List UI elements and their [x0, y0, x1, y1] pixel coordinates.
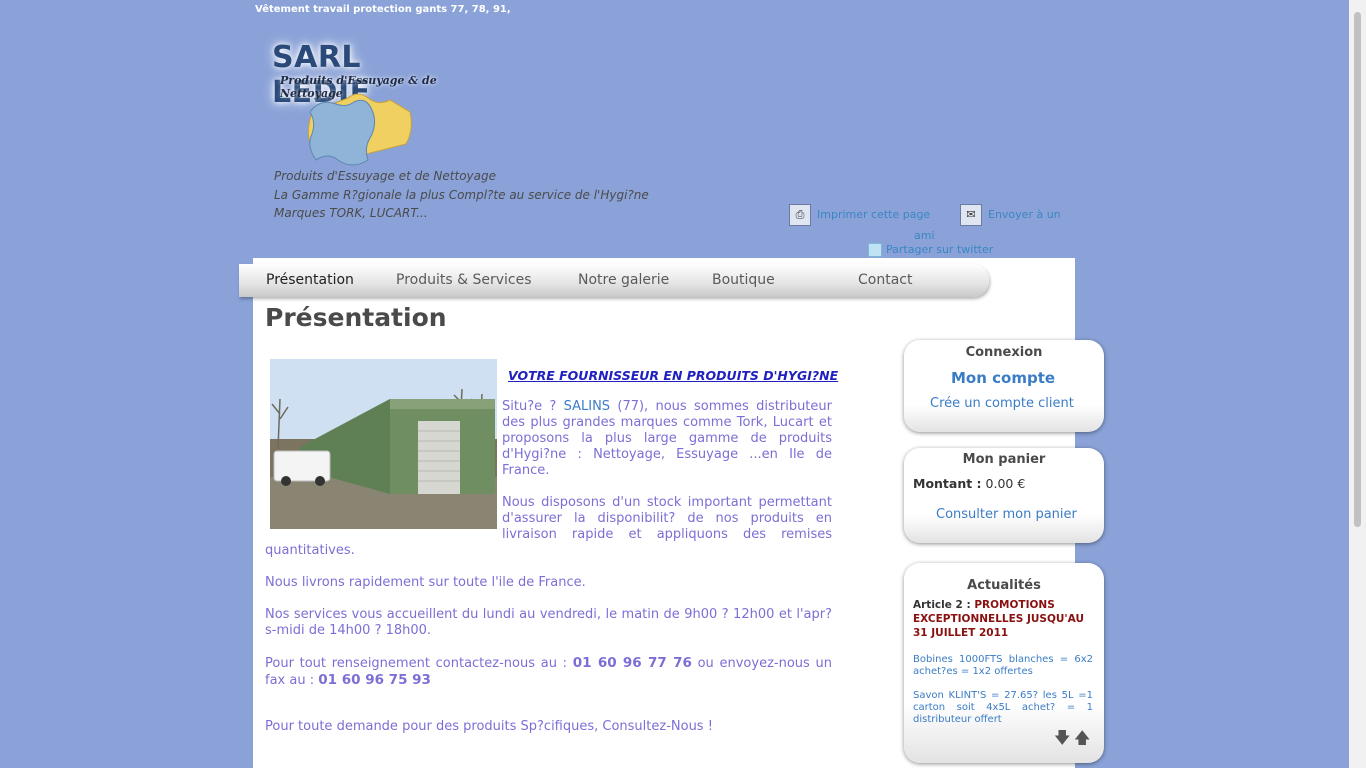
paragraph-stock: Nous disposons d'un stock important perm… — [502, 495, 832, 542]
site-logo[interactable]: SARL LEDIF Produits d'Essuyage & de Nett… — [268, 36, 468, 166]
nav-item-presentation[interactable]: Présentation — [266, 272, 354, 288]
scroll-down-icon[interactable]: 🡇 — [1054, 727, 1070, 754]
view-cart-link[interactable]: Consulter mon panier — [936, 507, 1077, 522]
share-twitter-link[interactable]: Partager sur twitter — [868, 243, 993, 257]
send-to-friend-label: Envoyer à un — [988, 208, 1061, 221]
news-box: Actualités Article 2 : PROMOTIONS EXCEPT… — [904, 563, 1104, 763]
paragraph-intro-text: Situ?e ? — [502, 399, 564, 414]
paragraph-delivery: Nous livrons rapidement sur toute l'ile … — [265, 575, 586, 590]
nav-item-gallery[interactable]: Notre galerie — [578, 272, 669, 288]
cart-amount-value: 0.00 € — [985, 476, 1026, 491]
news-article-label: Article 2 : — [913, 599, 971, 611]
cart-amount-label: Montant : — [913, 476, 982, 491]
paragraph-intro: Situ?e ? SALINS (77), nous sommes distri… — [502, 399, 832, 479]
main-navigation: Présentation Produits & Services Notre g… — [239, 264, 989, 297]
my-account-link[interactable]: Mon compte — [951, 369, 1055, 387]
salins-link[interactable]: SALINS — [564, 399, 610, 414]
cart-box: Mon panier Montant : 0.00 € Consulter mo… — [904, 448, 1104, 543]
news-article-heading: Article 2 : PROMOTIONS EXCEPTIONNELLES J… — [913, 598, 1095, 640]
mail-icon: ✉ — [960, 204, 982, 226]
paragraph-stock-end: quantitatives. — [265, 543, 355, 558]
sponge-icon — [307, 93, 412, 166]
slogan-line-2: La Gamme R?gionale la plus Compl?te au s… — [274, 188, 649, 202]
news-title: Actualités — [967, 578, 1041, 593]
send-to-friend-button[interactable]: ✉ Envoyer à un — [960, 204, 1061, 226]
login-title: Connexion — [965, 345, 1043, 360]
scroll-up-icon[interactable]: 🡅 — [1074, 727, 1090, 754]
cart-amount: Montant : 0.00 € — [913, 476, 1025, 491]
twitter-icon — [868, 243, 882, 257]
paragraph-specific: Pour toute demande pour des produits Sp?… — [265, 719, 713, 734]
warehouse-photo — [270, 359, 497, 529]
header-tagline: Vêtement travail protection gants 77, 78… — [255, 4, 511, 15]
slogan-line-3: Marques TORK, LUCART... — [274, 206, 428, 220]
login-box: Connexion Mon compte Crée un compte clie… — [904, 340, 1104, 432]
send-to-friend-label-cont[interactable]: ami — [914, 229, 935, 242]
nav-item-products-services[interactable]: Produits & Services — [396, 272, 532, 288]
slogan-line-1: Produits d'Essuyage et de Nettoyage — [274, 169, 496, 183]
page-title: Présentation — [265, 303, 447, 332]
nav-item-contact[interactable]: Contact — [858, 272, 912, 288]
cart-title: Mon panier — [962, 452, 1046, 467]
page-scrollbar-thumb[interactable] — [1354, 12, 1361, 527]
headline: VOTRE FOURNISSEUR EN PRODUITS D'HYGI?NE — [508, 368, 839, 383]
paragraph-contact: Pour tout renseignement contactez-nous a… — [265, 655, 832, 689]
print-icon: ⎙ — [789, 204, 811, 226]
create-account-link[interactable]: Crée un compte client — [930, 396, 1074, 411]
phone-number: 01 60 96 77 76 — [572, 655, 692, 671]
fax-number: 01 60 96 75 93 — [318, 672, 431, 688]
news-item-1: Bobines 1000FTS blanches = 6x2 achet?es … — [913, 654, 1093, 677]
print-page-button[interactable]: ⎙ Imprimer cette page — [789, 204, 930, 226]
nav-item-shop[interactable]: Boutique — [712, 272, 775, 288]
share-twitter-label: Partager sur twitter — [886, 243, 994, 256]
print-page-label: Imprimer cette page — [817, 208, 931, 221]
news-item-2: Savon KLINT'S = 27.65? les 5L =1 carton … — [913, 690, 1093, 725]
contact-text: Pour tout renseignement contactez-nous a… — [265, 656, 573, 671]
paragraph-hours: Nos services vous accueillent du lundi a… — [265, 607, 832, 638]
